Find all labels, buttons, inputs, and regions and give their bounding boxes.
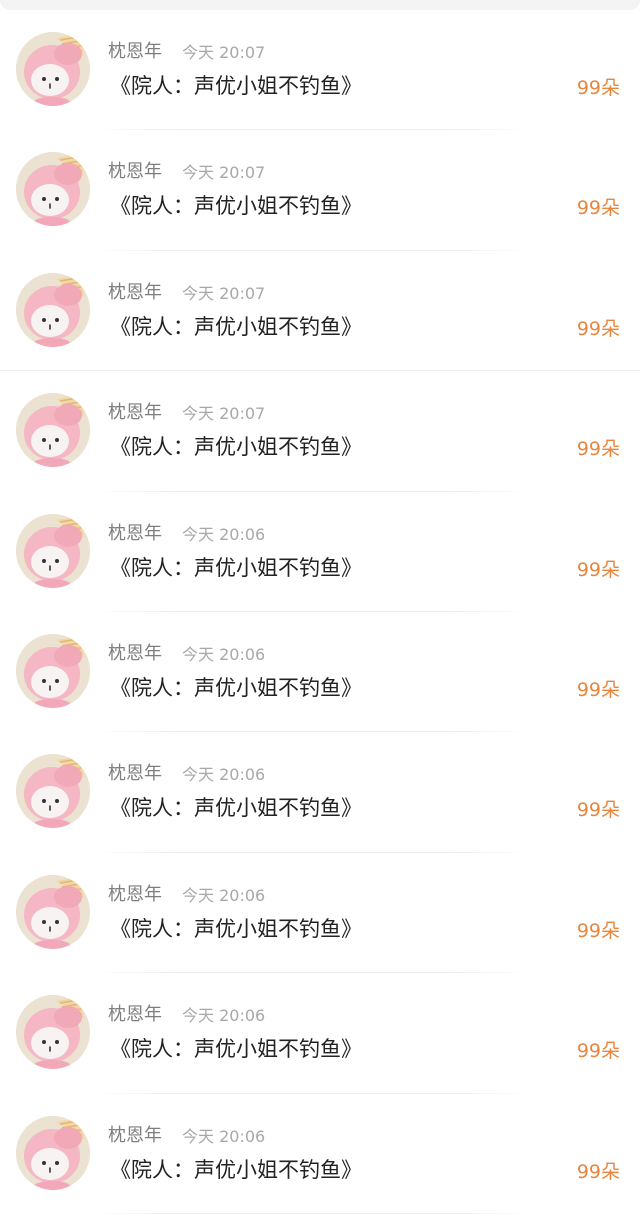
flower-amount: 99朵: [576, 558, 620, 581]
book-title[interactable]: 《院人：声优小姐不钓鱼》: [110, 1034, 362, 1064]
username[interactable]: 枕恩年: [108, 401, 162, 425]
username[interactable]: 枕恩年: [108, 1124, 162, 1148]
avatar[interactable]: [16, 32, 90, 106]
pink-bunny-hat-avatar-icon: [16, 272, 90, 347]
timestamp: 今天 20:07: [182, 283, 266, 303]
book-title[interactable]: 《院人：声优小姐不钓鱼》: [110, 914, 362, 944]
book-title[interactable]: 《院人：声优小姐不钓鱼》: [110, 1155, 362, 1185]
flower-amount: 99朵: [576, 799, 620, 822]
timestamp: 今天 20:06: [182, 524, 266, 544]
avatar[interactable]: [16, 874, 90, 949]
list-item[interactable]: 枕恩年 今天 20:06 《院人：声优小姐不钓鱼》 99朵: [0, 853, 640, 974]
list-item[interactable]: 枕恩年 今天 20:07 《院人：声优小姐不钓鱼》 99朵: [0, 251, 640, 372]
gift-record-page: 枕恩年 今天 20:07 《院人：声优小姐不钓鱼》 99朵 枕恩年 今天 20:…: [0, 0, 640, 1221]
flower-amount: 99朵: [576, 1160, 620, 1183]
timestamp: 今天 20:07: [182, 43, 266, 62]
flower-amount: 99朵: [576, 317, 620, 340]
pink-bunny-hat-avatar-icon: [16, 32, 90, 106]
pink-bunny-hat-avatar-icon: [16, 1115, 90, 1190]
list-item[interactable]: 枕恩年 今天 20:06 《院人：声优小姐不钓鱼》 99朵: [0, 732, 640, 853]
pink-bunny-hat-avatar-icon: [16, 152, 90, 227]
book-title[interactable]: 《院人：声优小姐不钓鱼》: [110, 553, 362, 583]
avatar[interactable]: [16, 393, 90, 468]
book-title[interactable]: 《院人：声优小姐不钓鱼》: [110, 793, 362, 823]
book-title[interactable]: 《院人：声优小姐不钓鱼》: [110, 71, 362, 101]
timestamp: 今天 20:06: [182, 644, 266, 664]
gift-list: 枕恩年 今天 20:07 《院人：声优小姐不钓鱼》 99朵 枕恩年 今天 20:…: [0, 10, 640, 1214]
timestamp: 今天 20:06: [182, 1126, 266, 1146]
avatar[interactable]: [16, 272, 90, 347]
book-title[interactable]: 《院人：声优小姐不钓鱼》: [110, 673, 362, 703]
timestamp: 今天 20:06: [182, 765, 266, 785]
username[interactable]: 枕恩年: [108, 160, 162, 184]
username[interactable]: 枕恩年: [108, 762, 162, 786]
timestamp: 今天 20:06: [182, 885, 266, 905]
username[interactable]: 枕恩年: [108, 642, 162, 666]
list-item[interactable]: 枕恩年 今天 20:07 《院人：声优小姐不钓鱼》 99朵: [0, 130, 640, 251]
username[interactable]: 枕恩年: [108, 40, 162, 64]
timestamp: 今天 20:07: [182, 404, 266, 424]
list-item[interactable]: 枕恩年 今天 20:07 《院人：声优小姐不钓鱼》 99朵: [0, 10, 640, 131]
flower-amount: 99朵: [576, 77, 620, 99]
username[interactable]: 枕恩年: [108, 522, 162, 546]
flower-amount: 99朵: [576, 678, 620, 701]
list-item[interactable]: 枕恩年 今天 20:06 《院人：声优小姐不钓鱼》 99朵: [0, 612, 640, 733]
avatar[interactable]: [16, 513, 90, 588]
username[interactable]: 枕恩年: [108, 1003, 162, 1027]
avatar[interactable]: [16, 995, 90, 1070]
avatar[interactable]: [16, 152, 90, 227]
flower-amount: 99朵: [576, 1040, 620, 1063]
avatar[interactable]: [16, 633, 90, 708]
list-item[interactable]: 枕恩年 今天 20:06 《院人：声优小姐不钓鱼》 99朵: [0, 1094, 640, 1214]
username[interactable]: 枕恩年: [108, 883, 162, 907]
username[interactable]: 枕恩年: [108, 281, 162, 305]
row-divider: [92, 1212, 532, 1214]
pink-bunny-hat-avatar-icon: [16, 513, 90, 588]
book-title[interactable]: 《院人：声优小姐不钓鱼》: [110, 191, 362, 221]
top-panel-edge: [0, 0, 640, 10]
timestamp: 今天 20:07: [182, 163, 266, 183]
pink-bunny-hat-avatar-icon: [16, 874, 90, 949]
pink-bunny-hat-avatar-icon: [16, 393, 90, 468]
flower-amount: 99朵: [576, 919, 620, 942]
flower-amount: 99朵: [576, 197, 620, 220]
book-title[interactable]: 《院人：声优小姐不钓鱼》: [110, 432, 362, 462]
book-title[interactable]: 《院人：声优小姐不钓鱼》: [110, 312, 362, 342]
list-item[interactable]: 枕恩年 今天 20:07 《院人：声优小姐不钓鱼》 99朵: [0, 371, 640, 492]
flower-amount: 99朵: [576, 438, 620, 461]
timestamp: 今天 20:06: [182, 1006, 266, 1026]
avatar[interactable]: [16, 754, 90, 829]
pink-bunny-hat-avatar-icon: [16, 995, 90, 1070]
pink-bunny-hat-avatar-icon: [16, 633, 90, 708]
pink-bunny-hat-avatar-icon: [16, 754, 90, 829]
list-item[interactable]: 枕恩年 今天 20:06 《院人：声优小姐不钓鱼》 99朵: [0, 492, 640, 612]
avatar[interactable]: [16, 1115, 90, 1190]
list-item[interactable]: 枕恩年 今天 20:06 《院人：声优小姐不钓鱼》 99朵: [0, 973, 640, 1094]
